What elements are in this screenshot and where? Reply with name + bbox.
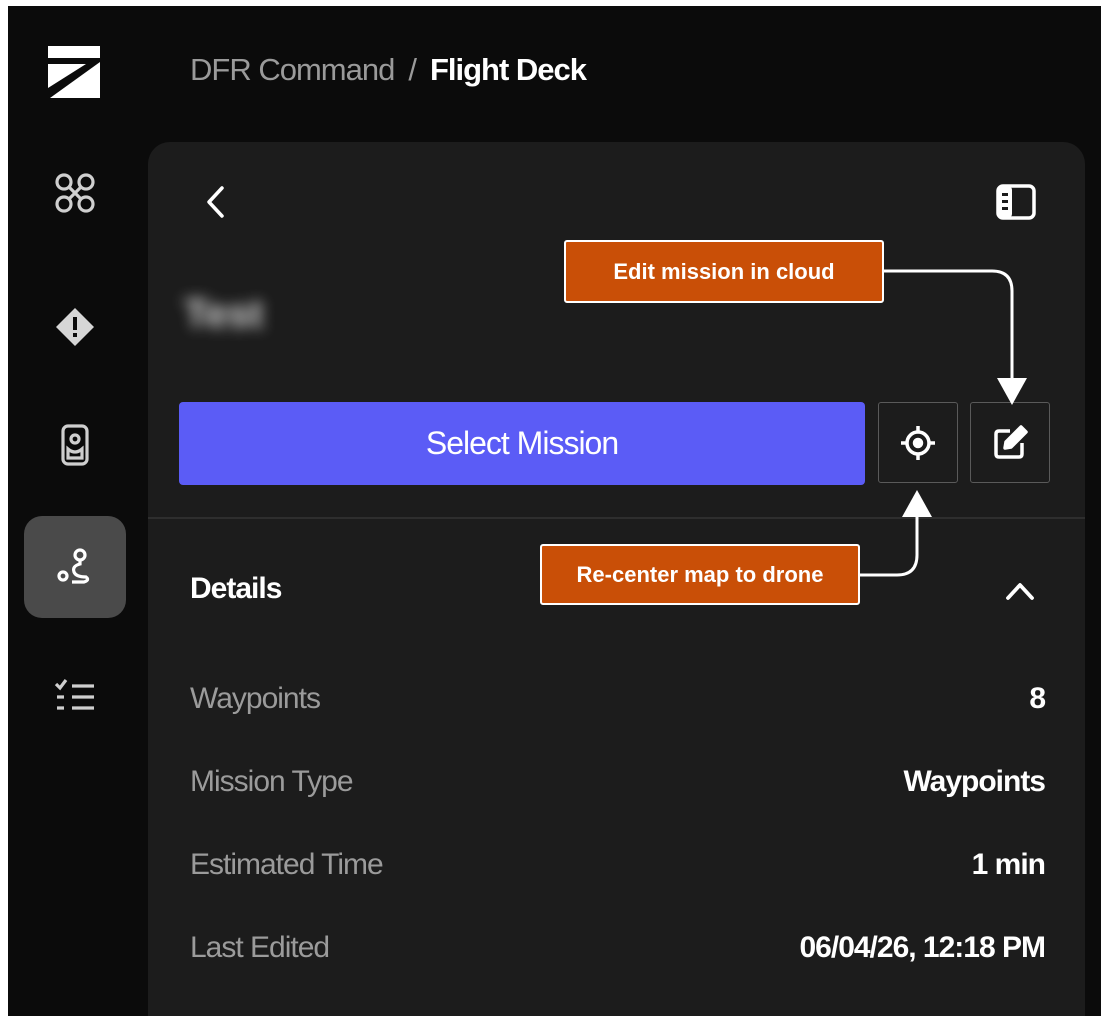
alert-diamond-icon [56, 308, 94, 346]
detail-label: Mission Type [190, 765, 354, 798]
breadcrumb-current: Flight Deck [429, 52, 587, 87]
sidebar-item-checklists[interactable] [24, 646, 126, 748]
detail-row-mission-type: Mission Type Waypoints [190, 765, 1046, 805]
annotation-edit-callout: Edit mission in cloud [564, 240, 884, 303]
drone-icon [55, 173, 95, 213]
edit-icon [994, 424, 1028, 459]
mission-name: Test [184, 292, 264, 336]
chevron-up-icon[interactable] [1000, 574, 1040, 606]
section-divider [148, 517, 1085, 519]
edit-mission-button[interactable] [970, 402, 1050, 483]
detail-label: Estimated Time [190, 848, 384, 881]
recenter-button[interactable] [878, 402, 958, 483]
sidebar [8, 6, 143, 1016]
sidebar-item-dock[interactable] [24, 394, 126, 496]
breadcrumb: DFR Command / Flight Deck [190, 52, 587, 88]
sidebar-item-alerts[interactable] [24, 276, 126, 378]
breadcrumb-root[interactable]: DFR Command [190, 52, 395, 87]
detail-value: Waypoints [903, 765, 1046, 798]
detail-label: Last Edited [190, 931, 330, 964]
panel-toggle-icon[interactable] [994, 182, 1038, 222]
route-icon [57, 548, 90, 584]
sidebar-item-drones[interactable] [24, 142, 126, 244]
dock-icon [61, 424, 89, 466]
app-window: DFR Command / Flight Deck Test Select Miss… [8, 6, 1101, 1016]
detail-row-estimated-time: Estimated Time 1 min [190, 848, 1046, 888]
details-heading: Details [190, 572, 282, 605]
detail-row-waypoints: Waypoints 8 [190, 682, 1046, 722]
annotation-recenter-callout: Re-center map to drone [540, 544, 860, 605]
select-mission-button[interactable]: Select Mission [179, 402, 865, 485]
detail-row-last-edited: Last Edited 06/04/26, 12:18 PM [190, 931, 1046, 971]
detail-label: Waypoints [190, 682, 321, 715]
crosshair-icon [901, 425, 935, 460]
detail-value: 06/04/26, 12:18 PM [799, 931, 1046, 964]
sidebar-item-missions[interactable] [24, 516, 126, 618]
logo [48, 46, 100, 98]
detail-value: 1 min [971, 848, 1046, 881]
breadcrumb-separator: / [408, 52, 417, 87]
detail-value: 8 [1029, 682, 1046, 715]
checklist-icon [54, 679, 94, 710]
back-chevron-icon[interactable] [200, 180, 232, 224]
